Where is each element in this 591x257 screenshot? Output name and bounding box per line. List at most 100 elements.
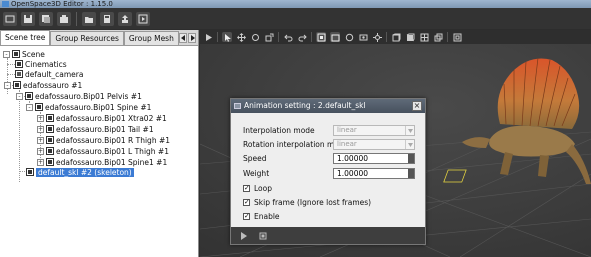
export-icon[interactable]	[118, 11, 132, 26]
play-icon[interactable]	[239, 231, 248, 240]
calculator-icon[interactable]	[100, 11, 114, 26]
save-as-icon[interactable]	[39, 11, 53, 26]
scene-panel: Scene tree Group Resources Group Mesh - …	[0, 30, 199, 257]
shadow-icon[interactable]	[358, 32, 368, 42]
light-icon[interactable]	[344, 32, 354, 42]
open-folder-icon[interactable]	[82, 11, 96, 26]
tree-node-default-skl[interactable]: default_skl #2 (skeleton)	[26, 167, 134, 177]
stop-icon[interactable]	[258, 231, 267, 240]
checkbox-label: Enable	[254, 212, 280, 221]
box-icon[interactable]	[391, 32, 401, 42]
checkbox-label: Loop	[254, 184, 272, 193]
checkmark-icon[interactable]: ✓	[243, 199, 250, 206]
tree-node-scene[interactable]: - Scene	[3, 49, 45, 59]
tab-scene-tree[interactable]: Scene tree	[0, 30, 51, 45]
main-toolbar	[0, 8, 591, 29]
run-icon[interactable]	[136, 11, 150, 26]
skip-frame-checkbox[interactable]: ✓ Skip frame (Ignore lost frames)	[243, 198, 371, 207]
grid-icon[interactable]	[419, 32, 429, 42]
redo-icon[interactable]	[297, 32, 307, 42]
spinner-icon[interactable]	[408, 169, 414, 178]
camera-icon[interactable]	[330, 32, 340, 42]
bone-icon	[35, 103, 43, 111]
collapse-toggle[interactable]: -	[3, 50, 10, 58]
collapse-toggle[interactable]: -	[26, 103, 33, 111]
tree-node-label: edafossauro.Bip01 R Thigh #1	[56, 135, 171, 145]
cinematics-icon	[15, 60, 23, 68]
toolbar-separator	[311, 32, 312, 42]
tree-node-r-thigh[interactable]: + edafossauro.Bip01 R Thigh #1	[37, 135, 170, 145]
play-icon[interactable]	[203, 32, 213, 42]
undo-icon[interactable]	[283, 32, 293, 42]
rotation-interpolation-mode-select[interactable]: linear	[333, 139, 415, 150]
spinner-icon[interactable]	[408, 154, 414, 163]
toolbar-separator	[447, 32, 448, 42]
tree-node-label: Scene	[22, 49, 45, 59]
expand-toggle[interactable]: +	[37, 147, 44, 155]
checkmark-icon[interactable]: ✓	[243, 213, 250, 220]
tree-node-label: edafossauro.Bip01 Spine1 #1	[56, 157, 168, 167]
dialog-title-bar[interactable]: Animation setting : 2.default_skl ×	[231, 99, 425, 113]
tree-node-label: default_camera	[25, 69, 84, 79]
scale-icon[interactable]	[264, 32, 274, 42]
scene-icon[interactable]	[3, 11, 17, 26]
view-icon[interactable]	[316, 32, 326, 42]
select-icon[interactable]	[222, 32, 232, 42]
speed-label: Speed	[243, 154, 267, 163]
tree-node-edafossauro[interactable]: - edafossauro #1	[4, 80, 82, 90]
layers-icon[interactable]	[433, 32, 443, 42]
collapse-toggle[interactable]: -	[4, 81, 11, 89]
input-value: 1.00000	[337, 154, 369, 163]
tree-node-pelvis[interactable]: - edafossauro.Bip01 Pelvis #1	[16, 91, 142, 101]
dialog-icon	[234, 103, 241, 109]
settings-icon[interactable]	[372, 32, 382, 42]
move-icon[interactable]	[236, 32, 246, 42]
animation-settings-dialog: Animation setting : 2.default_skl × Inte…	[230, 98, 426, 245]
title-bar: OpenSpace3D Editor : 1.15.0	[0, 0, 591, 8]
tree-node-label: edafossauro.Bip01 Pelvis #1	[35, 91, 142, 101]
tree-node-xtra02[interactable]: + edafossauro.Bip01 Xtra02 #1	[37, 113, 167, 123]
bone-icon	[46, 158, 54, 166]
expand-toggle[interactable]: +	[37, 125, 44, 133]
cube-icon[interactable]	[405, 32, 415, 42]
tree-node-cinematics[interactable]: Cinematics	[15, 59, 67, 69]
window-title: OpenSpace3D Editor : 1.15.0	[11, 0, 113, 8]
expand-toggle[interactable]: +	[37, 136, 44, 144]
tree-node-l-thigh[interactable]: + edafossauro.Bip01 L Thigh #1	[37, 146, 169, 156]
tab-scroll	[179, 33, 196, 43]
speed-input[interactable]: 1.00000	[333, 153, 415, 164]
tree-node-label: edafossauro.Bip01 Tail #1	[56, 124, 154, 134]
expand-toggle[interactable]: +	[37, 114, 44, 122]
enable-checkbox[interactable]: ✓ Enable	[243, 212, 280, 221]
expand-toggle[interactable]: +	[37, 158, 44, 166]
rotate-icon[interactable]	[250, 32, 260, 42]
tree-node-label: edafossauro.Bip01 L Thigh #1	[56, 146, 169, 156]
weight-input[interactable]: 1.00000	[333, 168, 415, 179]
chevron-down-icon	[405, 140, 414, 149]
tree-node-spine[interactable]: - edafossauro.Bip01 Spine #1	[26, 102, 151, 112]
dialog-footer	[231, 227, 425, 244]
tab-group-mesh[interactable]: Group Mesh	[123, 31, 179, 45]
toolbar-separator	[217, 32, 218, 42]
import-icon[interactable]	[57, 11, 71, 26]
chevron-down-icon	[405, 126, 414, 135]
tree-node-spine1[interactable]: + edafossauro.Bip01 Spine1 #1	[37, 157, 167, 167]
tree-node-tail[interactable]: + edafossauro.Bip01 Tail #1	[37, 124, 154, 134]
checkmark-icon[interactable]: ✓	[243, 185, 250, 192]
tree-node-label: edafossauro.Bip01 Spine #1	[45, 102, 152, 112]
save-icon[interactable]	[21, 11, 35, 26]
collapse-toggle[interactable]: -	[16, 92, 23, 100]
loop-checkbox[interactable]: ✓ Loop	[243, 184, 272, 193]
interpolation-mode-select[interactable]: linear	[333, 125, 415, 136]
chevron-left-icon[interactable]	[179, 33, 187, 43]
chevron-right-icon[interactable]	[188, 33, 196, 43]
tree-node-default-camera[interactable]: default_camera	[15, 69, 83, 79]
close-icon[interactable]: ×	[412, 101, 422, 111]
input-value: 1.00000	[337, 169, 369, 178]
camera-icon	[15, 70, 23, 78]
tab-group-resources[interactable]: Group Resources	[50, 31, 124, 45]
shield-icon[interactable]	[452, 32, 462, 42]
tree-node-label: edafossauro #1	[23, 80, 83, 90]
dialog-title: Animation setting : 2.default_skl	[244, 101, 366, 110]
scene-node-icon	[12, 50, 20, 58]
